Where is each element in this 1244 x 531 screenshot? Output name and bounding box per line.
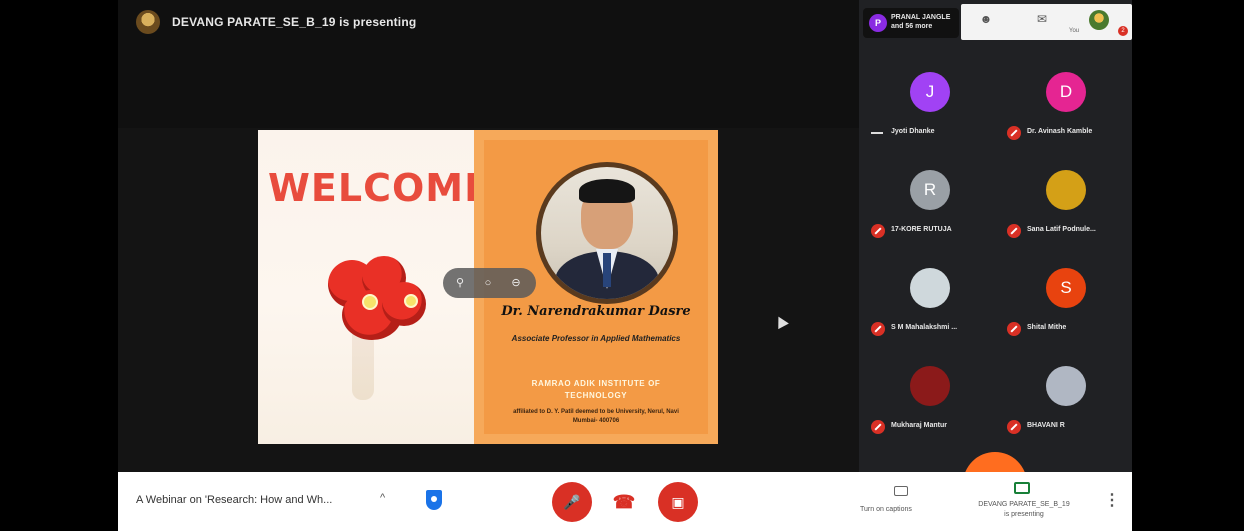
participant-tile[interactable]: Sana Latif Podnule... — [999, 148, 1132, 246]
shield-icon[interactable] — [426, 490, 442, 510]
left-letterbox — [0, 0, 118, 531]
more-participants-pill[interactable]: P PRANAL JANGLE and 56 more — [863, 8, 959, 38]
mic-muted-icon — [871, 224, 885, 238]
hang-up-button[interactable]: ☎ — [608, 488, 640, 516]
camera-off-button[interactable]: ▣ — [658, 482, 698, 522]
mic-muted-icon — [871, 420, 885, 434]
more-participants-text: PRANAL JANGLE and 56 more — [891, 13, 950, 31]
self-view-strip[interactable]: ☻ ✉ You 2 — [961, 4, 1132, 40]
mute-icon[interactable]: ○ — [481, 276, 495, 290]
participant-name: S M Mahalakshmi ... — [891, 324, 958, 331]
present-icon[interactable] — [1014, 482, 1030, 494]
speaker-name: Dr. Narendrakumar Dasre — [501, 304, 691, 319]
participant-avatar — [910, 268, 950, 308]
participant-tile[interactable]: S M Mahalakshmi ... — [863, 246, 999, 344]
speaker-photo — [536, 162, 678, 304]
mic-muted-icon — [1007, 420, 1021, 434]
more-participants-avatar: P — [869, 14, 887, 32]
participant-name: Shital Mithe — [1027, 324, 1067, 331]
mic-off-button[interactable]: 🎤 — [552, 482, 592, 522]
participant-name: Mukharaj Mantur — [891, 422, 948, 429]
notification-badge: 2 — [1118, 26, 1128, 36]
right-letterbox — [1132, 0, 1244, 531]
audio-level-icon — [871, 132, 883, 134]
speaker-role: Associate Professor in Applied Mathemati… — [511, 334, 681, 343]
presenter-banner: DEVANG PARATE_SE_B_19 is presenting — [172, 15, 417, 29]
self-label: You — [1069, 28, 1080, 34]
mic-muted-icon — [1007, 126, 1021, 140]
participant-avatar: D — [1046, 72, 1086, 112]
participant-avatar-partial — [963, 452, 1027, 472]
participant-tile[interactable]: S Shital Mithe — [999, 246, 1132, 344]
participant-avatar: R — [910, 170, 950, 210]
photo-hair — [579, 179, 635, 203]
participant-avatar — [910, 366, 950, 406]
presenting-suffix: is presenting — [1004, 511, 1044, 518]
mic-muted-icon — [1007, 224, 1021, 238]
slide-left-panel: WELCOME — [258, 130, 490, 444]
participant-name: BHAVANI R — [1027, 422, 1065, 429]
participant-name: Jyoti Dhanke — [891, 128, 935, 135]
participant-name: Sana Latif Podnule... — [1027, 226, 1096, 233]
self-avatar — [1089, 10, 1109, 30]
chevron-up-icon[interactable]: ^ — [380, 492, 385, 504]
mic-muted-icon — [871, 322, 885, 336]
participant-tile[interactable]: J Jyoti Dhanke — [863, 50, 999, 148]
bottom-controls-bar: A Webinar on 'Research: How and Wh... ^ … — [118, 472, 1132, 531]
people-icon[interactable]: ☻ — [975, 12, 997, 30]
participant-name: Dr. Avinash Kamble — [1027, 128, 1093, 135]
presenting-name: DEVANG PARATE_SE_B_19 — [978, 501, 1070, 508]
mic-muted-icon — [1007, 322, 1021, 336]
slide-controls[interactable]: ⚲ ○ ⊖ — [443, 268, 536, 298]
welcome-heading: WELCOME — [268, 166, 492, 210]
participant-name: 17-KORE RUTUJA — [891, 226, 952, 233]
participant-tile[interactable]: BHAVANI R — [999, 344, 1132, 442]
photo-tie — [603, 253, 611, 287]
participant-tile[interactable]: Mukharaj Mantur — [863, 344, 999, 442]
institute-affiliation: affiliated to D. Y. Patil deemed to be U… — [513, 409, 679, 424]
captions-label[interactable]: Turn on captions — [860, 506, 912, 513]
meeting-title[interactable]: A Webinar on 'Research: How and Wh... — [136, 494, 332, 506]
participant-avatar: J — [910, 72, 950, 112]
remove-icon[interactable]: ⊖ — [509, 276, 523, 290]
flower-center — [362, 294, 378, 310]
speaker-photo-image — [541, 167, 673, 299]
institute-name: RAMRAO ADIK INSTITUTE OF TECHNOLOGY — [531, 379, 661, 400]
participants-header: P PRANAL JANGLE and 56 more ☻ ✉ You 2 — [859, 0, 1132, 42]
pin-icon[interactable]: ⚲ — [453, 276, 467, 290]
participant-avatar: S — [1046, 268, 1086, 308]
presenter-bar: DEVANG PARATE_SE_B_19 is presenting — [118, 0, 859, 128]
presenting-status[interactable]: DEVANG PARATE_SE_B_19 is presenting — [964, 500, 1084, 520]
captions-icon[interactable] — [894, 486, 908, 496]
participants-panel: P PRANAL JANGLE and 56 more ☻ ✉ You 2 JJ… — [859, 0, 1132, 472]
more-participants-count: and 56 more — [891, 23, 933, 30]
participant-tile[interactable]: R 17-KORE RUTUJA — [863, 148, 999, 246]
participant-avatar — [1046, 170, 1086, 210]
presenter-avatar — [136, 10, 160, 34]
flower-center — [404, 294, 418, 308]
more-options-icon[interactable]: ⋮ — [1104, 490, 1120, 510]
participant-avatar — [1046, 366, 1086, 406]
chat-icon[interactable]: ✉ — [1031, 12, 1053, 30]
presentation-stage: DEVANG PARATE_SE_B_19 is presenting WELC… — [118, 0, 859, 472]
participant-tile[interactable]: D Dr. Avinash Kamble — [999, 50, 1132, 148]
more-participants-name: PRANAL JANGLE — [891, 14, 951, 21]
mouse-cursor-icon — [773, 313, 789, 330]
